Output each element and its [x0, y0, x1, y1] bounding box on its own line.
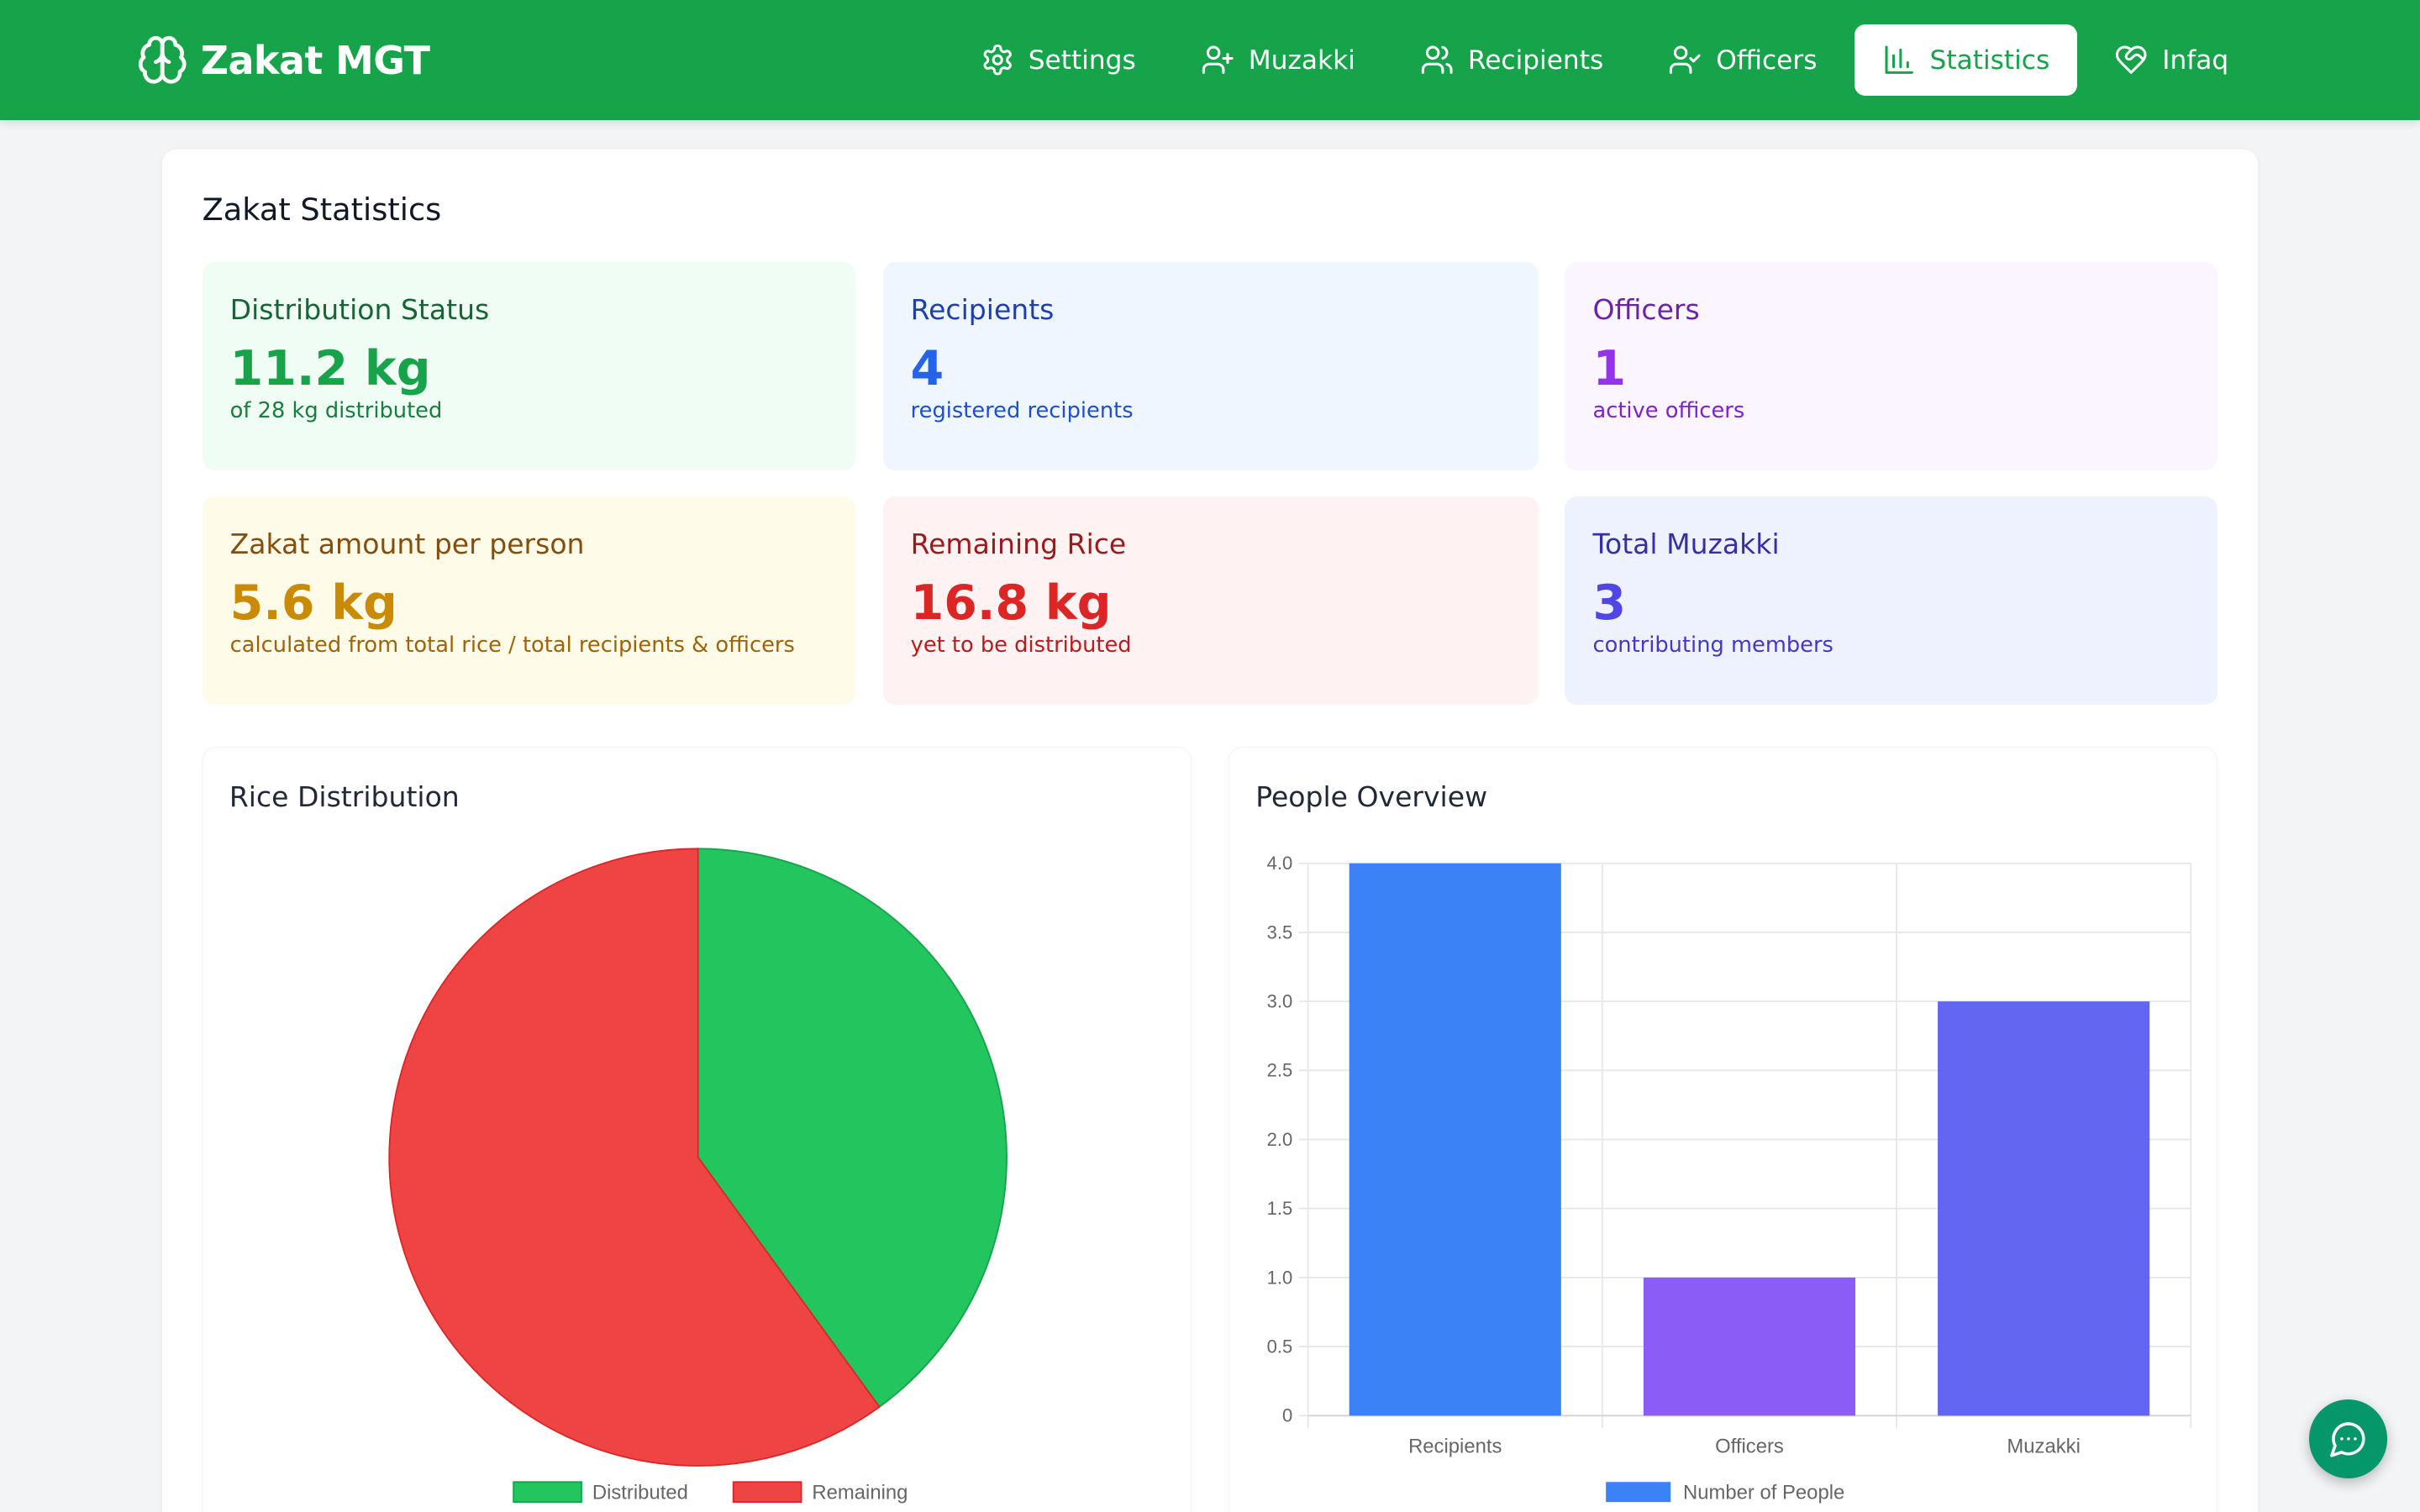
nav-item-label: Statistics — [1929, 45, 2050, 76]
people-overview-bar-chart: 0 0.5 1.0 1.5 2.0 2.5 3.0 3.5 4.0 Recipients Offic… — [1267, 853, 2192, 1504]
stat-value: 5.6 kg — [229, 575, 397, 632]
bar-recipients — [1349, 863, 1561, 1416]
y-tick-label: 1.0 — [1267, 1267, 1293, 1288]
stat-zakat-per-person: Zakat amount per person 5.6 kg calculate… — [202, 496, 855, 706]
users-icon — [1421, 45, 1453, 75]
stat-subtitle: calculated from total rice / total recip… — [229, 633, 795, 659]
nav-item-statistics[interactable]: Statistics — [1854, 24, 2078, 96]
top-navbar: Zakat MGT Settings Muzakki Recipients Of… — [0, 0, 2420, 121]
y-tick-label: 0.5 — [1267, 1336, 1293, 1357]
x-tick-label: Muzakki — [2007, 1435, 2081, 1457]
page-title: Zakat Statistics — [202, 191, 442, 228]
stat-value: 4 — [910, 341, 944, 397]
stat-officers: Officers 1 active officers — [1565, 262, 2218, 471]
chat-button[interactable] — [2308, 1399, 2388, 1478]
gear-icon — [983, 45, 1012, 76]
nav-item-label: Recipients — [1467, 45, 1604, 76]
nav-item-settings[interactable]: Settings — [953, 24, 1164, 95]
nav-item-label: Muzakki — [1248, 45, 1355, 76]
brain-logo-icon — [138, 36, 187, 84]
nav-item-officers[interactable]: Officers — [1640, 24, 1844, 95]
bar-muzakki — [1938, 1001, 2150, 1416]
stat-subtitle: yet to be distributed — [910, 633, 1132, 659]
rice-distribution-pie-chart: Distributed Remaining — [388, 848, 1007, 1504]
stat-value: 11.2 kg — [229, 341, 431, 397]
legend-label-distributed: Distributed — [592, 1481, 687, 1504]
stat-title: Remaining Rice — [910, 528, 1127, 561]
stat-value: 3 — [1592, 575, 1627, 632]
heart-handshake-icon — [2116, 45, 2147, 75]
stat-title: Officers — [1592, 292, 1700, 326]
stat-subtitle: active officers — [1592, 398, 1745, 424]
nav-item-muzakki[interactable]: Muzakki — [1173, 24, 1383, 95]
nav-item-label: Officers — [1716, 45, 1818, 76]
main-nav: Settings Muzakki Recipients Officers Sta… — [953, 24, 2257, 96]
stat-recipients: Recipients 4 registered recipients — [882, 262, 1539, 471]
stat-remaining-rice: Remaining Rice 16.8 kg yet to be distrib… — [882, 496, 1539, 706]
bar-officers — [1643, 1277, 1856, 1416]
stat-total-muzakki: Total Muzakki 3 contributing members — [1565, 496, 2218, 706]
x-tick-label: Recipients — [1408, 1435, 1502, 1457]
legend-swatch-number-of-people — [1606, 1482, 1671, 1503]
stat-subtitle: contributing members — [1592, 633, 1833, 659]
stat-title: Zakat amount per person — [229, 528, 585, 561]
stat-value: 1 — [1592, 341, 1627, 397]
nav-item-recipients[interactable]: Recipients — [1392, 24, 1631, 95]
nav-item-infaq[interactable]: Infaq — [2086, 24, 2256, 95]
y-tick-label: 3.5 — [1267, 921, 1293, 942]
stat-value: 16.8 kg — [910, 575, 1112, 632]
y-tick-label: 1.5 — [1267, 1198, 1293, 1219]
stat-subtitle: registered recipients — [910, 398, 1134, 424]
x-tick-label: Officers — [1715, 1435, 1784, 1457]
statistics-card: Zakat Statistics Distribution Status 11.… — [161, 150, 2259, 1512]
nav-item-label: Infaq — [2162, 45, 2229, 76]
chat-icon — [2329, 1422, 2365, 1457]
stat-title: Recipients — [910, 292, 1055, 326]
legend-swatch-remaining — [732, 1481, 802, 1504]
legend-label-remaining: Remaining — [812, 1481, 908, 1504]
stat-title: Distribution Status — [229, 292, 490, 326]
user-plus-icon — [1202, 45, 1234, 75]
stat-subtitle: of 28 kg distributed — [229, 398, 443, 424]
rice-distribution-panel: Rice Distribution Distributed Remaining — [202, 746, 1192, 1512]
legend-swatch-distributed — [512, 1481, 582, 1504]
y-tick-label: 3.0 — [1267, 990, 1293, 1011]
user-check-icon — [1670, 45, 1701, 75]
stat-distribution-status: Distribution Status 11.2 kg of 28 kg dis… — [202, 262, 855, 471]
people-overview-panel: People Overview 0 0.5 1.0 1.5 2.0 2.5 3.0 3.5 4.… — [1228, 746, 2218, 1512]
y-tick-label: 2.5 — [1267, 1060, 1293, 1081]
bar-chart-icon — [1885, 45, 1913, 75]
y-tick-label: 0 — [1282, 1405, 1292, 1426]
stat-title: Total Muzakki — [1592, 528, 1780, 561]
y-tick-label: 2.0 — [1267, 1129, 1293, 1150]
legend-label-number-of-people: Number of People — [1683, 1481, 1844, 1504]
nav-item-label: Settings — [1028, 45, 1136, 76]
brand[interactable]: Zakat MGT — [136, 34, 430, 86]
y-tick-label: 4.0 — [1267, 853, 1293, 874]
app-name: Zakat MGT — [200, 37, 430, 83]
